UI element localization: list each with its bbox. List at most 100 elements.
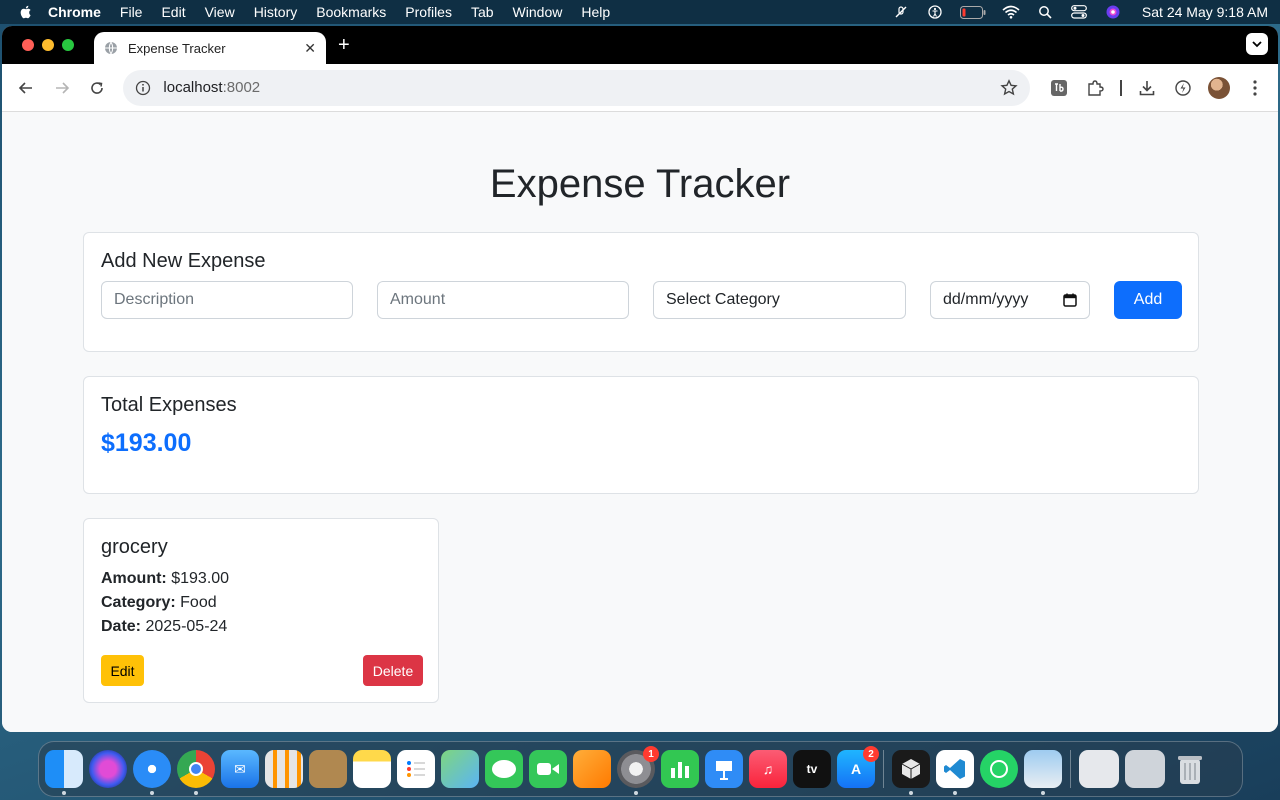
apple-menu-icon[interactable] — [18, 4, 34, 20]
menu-tab[interactable]: Tab — [471, 4, 494, 20]
close-tab-icon[interactable]: ✕ — [304, 40, 316, 57]
extensions-puzzle-icon[interactable] — [1084, 77, 1106, 99]
mail-icon[interactable]: ✉ — [221, 750, 259, 788]
messages-icon[interactable] — [485, 750, 523, 788]
dock-separator — [883, 750, 884, 788]
back-icon[interactable] — [14, 76, 38, 100]
spotlight-search-icon[interactable] — [1036, 5, 1054, 19]
forward-icon[interactable] — [50, 76, 74, 100]
chevron-down-icon — [1252, 41, 1262, 48]
tab-title: Expense Tracker — [128, 40, 226, 56]
site-info-icon[interactable] — [135, 80, 151, 96]
extension-area — [1048, 76, 1266, 99]
reminders-icon[interactable] — [397, 750, 435, 788]
tab-search-button[interactable] — [1246, 33, 1268, 55]
recent-window-thumbnail-1[interactable] — [1079, 750, 1119, 788]
apple-tv-icon[interactable]: tv — [793, 750, 831, 788]
battery-icon[interactable] — [959, 5, 986, 19]
menu-help[interactable]: Help — [581, 4, 610, 20]
menu-edit[interactable]: Edit — [161, 4, 185, 20]
url-host: localhost — [163, 79, 223, 96]
calendar-icon[interactable] — [1063, 293, 1077, 307]
cursor-editor-icon[interactable] — [892, 750, 930, 795]
menu-view[interactable]: View — [205, 4, 235, 20]
date-input[interactable]: dd/mm/yyyy — [930, 281, 1090, 319]
expense-category-label: Category: — [101, 594, 176, 611]
edit-expense-button[interactable]: Edit — [101, 655, 144, 686]
extension-tb-icon[interactable] — [1048, 77, 1070, 99]
whatsapp-icon[interactable] — [980, 750, 1018, 788]
bookmark-star-icon[interactable] — [1000, 78, 1018, 97]
menubar-clock[interactable]: Sat 24 May 9:18 AM — [1142, 4, 1268, 20]
contacts-icon[interactable] — [309, 750, 347, 788]
new-tab-icon[interactable]: + — [338, 35, 350, 55]
chrome-icon[interactable] — [177, 750, 215, 795]
notes-icon[interactable] — [353, 750, 391, 788]
menu-bookmarks[interactable]: Bookmarks — [316, 4, 386, 20]
category-select-value: Select Category — [666, 291, 780, 308]
pages-icon[interactable] — [573, 750, 611, 788]
appstore-badge: 2 — [863, 746, 879, 762]
recent-window-thumbnail-2[interactable] — [1125, 750, 1165, 788]
delete-expense-button[interactable]: Delete — [363, 655, 423, 686]
total-expenses-amount: $193.00 — [101, 429, 192, 457]
minimize-window-button[interactable] — [42, 39, 54, 51]
menu-history[interactable]: History — [254, 4, 298, 20]
expense-date: 2025-05-24 — [145, 618, 228, 635]
system-settings-icon[interactable]: 1 — [617, 746, 659, 795]
settings-badge: 1 — [643, 746, 659, 762]
address-bar[interactable]: localhost:8002 — [123, 69, 1030, 106]
category-select[interactable]: Select Category — [653, 281, 906, 319]
launchpad-icon[interactable] — [265, 750, 303, 788]
expense-date-row: Date: 2025-05-24 — [101, 618, 227, 636]
amount-input[interactable]: Amount — [377, 281, 629, 319]
status-area: Sat 24 May 9:18 AM — [892, 4, 1268, 20]
globe-icon — [105, 41, 117, 55]
browser-window: Expense Tracker ✕ + localhost:8002 Expen… — [2, 26, 1278, 732]
more-menu-icon[interactable] — [1244, 77, 1266, 99]
reload-icon[interactable] — [86, 76, 110, 100]
add-expense-heading: Add New Expense — [101, 250, 266, 272]
tab-expense-tracker[interactable]: Expense Tracker ✕ — [94, 32, 326, 64]
expense-category: Food — [180, 594, 217, 611]
date-placeholder: dd/mm/yyyy — [943, 291, 1029, 308]
menu-window[interactable]: Window — [513, 4, 563, 20]
total-expenses-card: Total Expenses $193.00 — [83, 376, 1199, 494]
accessibility-icon[interactable] — [926, 5, 944, 19]
music-icon[interactable]: ♫ — [749, 750, 787, 788]
wifi-icon[interactable] — [1002, 5, 1020, 19]
vscode-icon[interactable] — [936, 750, 974, 795]
page-viewport: Expense Tracker Add New Expense Descript… — [2, 112, 1278, 732]
siri-app-icon[interactable] — [89, 750, 127, 788]
close-window-button[interactable] — [22, 39, 34, 51]
finder-icon[interactable] — [45, 750, 83, 795]
maximize-window-button[interactable] — [62, 39, 74, 51]
toolbar-divider — [1119, 79, 1122, 96]
macos-menubar: Chrome File Edit View History Bookmarks … — [0, 0, 1280, 24]
menu-profiles[interactable]: Profiles — [405, 4, 452, 20]
trash-icon[interactable] — [1171, 750, 1209, 788]
expense-amount-label: Amount: — [101, 570, 167, 587]
description-input[interactable]: Description — [101, 281, 353, 319]
keynote-icon[interactable] — [705, 750, 743, 788]
expense-date-label: Date: — [101, 618, 142, 635]
preview-icon[interactable] — [1024, 750, 1062, 795]
download-icon[interactable] — [1136, 77, 1158, 99]
expense-category-row: Category: Food — [101, 594, 217, 612]
numbers-icon[interactable] — [661, 750, 699, 788]
control-center-icon[interactable] — [1070, 5, 1088, 19]
profile-avatar[interactable] — [1207, 76, 1230, 99]
add-expense-button[interactable]: Add — [1114, 281, 1182, 319]
performance-icon[interactable] — [1172, 77, 1194, 99]
expense-item-card: grocery Amount: $193.00 Category: Food D… — [83, 518, 439, 703]
app-store-icon[interactable]: A2 — [837, 746, 879, 788]
facetime-icon[interactable] — [529, 750, 567, 788]
menu-file[interactable]: File — [120, 4, 143, 20]
expense-amount-row: Amount: $193.00 — [101, 570, 229, 588]
expense-description: grocery — [101, 536, 168, 558]
mic-off-icon[interactable] — [892, 5, 910, 19]
siri-icon[interactable] — [1104, 5, 1122, 19]
safari-icon[interactable] — [133, 750, 171, 795]
menu-app-name[interactable]: Chrome — [48, 4, 101, 20]
maps-icon[interactable] — [441, 750, 479, 788]
